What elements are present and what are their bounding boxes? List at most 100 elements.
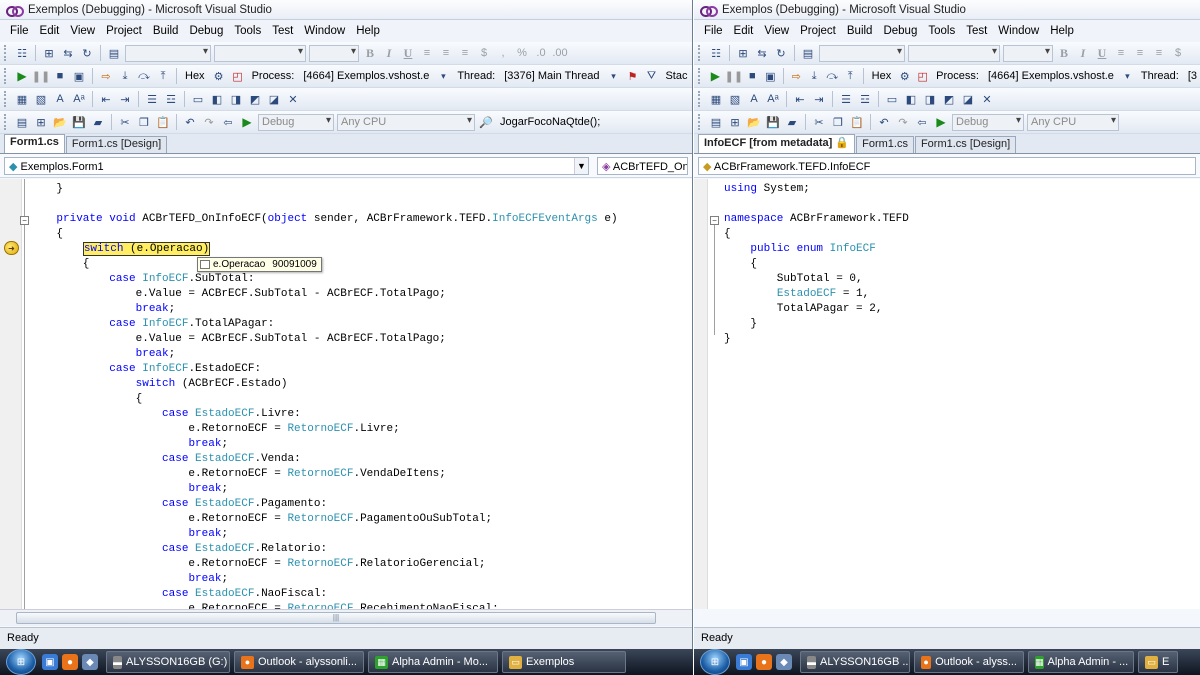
solution-platform-combo[interactable]: Any CPU — [337, 113, 475, 131]
copy-icon[interactable]: ❐ — [830, 114, 846, 130]
restart-icon[interactable]: ▣ — [71, 68, 87, 84]
currency-icon[interactable]: $ — [476, 45, 492, 61]
code-line[interactable]: { — [30, 227, 618, 242]
uncomment-icon[interactable]: ☲ — [163, 91, 179, 107]
undo-icon[interactable]: ↶ — [182, 114, 198, 130]
cut-icon[interactable]: ✂ — [117, 114, 133, 130]
code-line[interactable]: { — [30, 392, 618, 407]
navigate-backward-icon[interactable]: ⇦ — [220, 114, 236, 130]
layout-icon[interactable]: ☷ — [14, 45, 30, 61]
start-debugging-icon[interactable]: ▶ — [239, 114, 255, 130]
step-over-icon[interactable]: ⤼ — [825, 68, 840, 84]
windows-icon[interactable]: ◰ — [915, 68, 930, 84]
types-combo[interactable]: ◆ ACBrFramework.TEFD.InfoECF — [698, 156, 1196, 175]
start-debugging-icon[interactable]: ▶ — [933, 114, 949, 130]
comment-icon[interactable]: ☰ — [144, 91, 160, 107]
code-line[interactable]: case InfoECF.TotalAPagar: — [30, 317, 618, 332]
outdent-icon[interactable]: ⇤ — [792, 91, 808, 107]
save-all-icon[interactable]: ▰ — [784, 114, 800, 130]
code-line[interactable]: e.RetornoECF = RetornoECF.PagamentoOuSub… — [30, 512, 618, 527]
add-item-icon[interactable]: ⊞ — [33, 114, 49, 130]
step-into-icon[interactable]: ⤓ — [807, 68, 822, 84]
start-button[interactable]: ⊞ — [6, 649, 36, 675]
bookmark-clear-icon[interactable]: ✕ — [285, 91, 301, 107]
font-combo[interactable] — [908, 44, 1000, 62]
menu-tools[interactable]: Tools — [924, 25, 962, 37]
align-center-icon[interactable]: ≡ — [1132, 45, 1148, 61]
menu-build[interactable]: Build — [843, 25, 880, 37]
size-combo[interactable] — [1003, 44, 1053, 62]
show-next-statement-icon[interactable]: ⇨ — [789, 68, 804, 84]
open-file-icon[interactable]: 📂 — [746, 114, 762, 130]
code-line[interactable]: break; — [30, 347, 618, 362]
parameter-info-icon[interactable]: ▧ — [727, 91, 743, 107]
restart-icon[interactable]: ▣ — [763, 68, 778, 84]
show-next-statement-icon[interactable]: ⇨ — [98, 68, 114, 84]
step-into-icon[interactable]: ⤓ — [117, 68, 133, 84]
toolbar-grip[interactable] — [4, 45, 8, 61]
percent-icon[interactable]: % — [514, 45, 530, 61]
menu-help[interactable]: Help — [352, 25, 387, 37]
step-out-icon[interactable]: ⤒ — [843, 68, 858, 84]
layout-icon[interactable]: ☷ — [708, 45, 724, 61]
menu-view[interactable]: View — [66, 25, 102, 37]
spacing-icon[interactable]: ⇆ — [60, 45, 76, 61]
menu-project[interactable]: Project — [796, 25, 843, 37]
taskbar-item-alpha-admin[interactable]: ▦ Alpha Admin - ... — [1028, 651, 1134, 673]
bookmark-folder-next-icon[interactable]: ◪ — [266, 91, 282, 107]
chevron-down-icon[interactable]: ▾ — [605, 68, 621, 84]
comma-icon[interactable]: , — [495, 45, 511, 61]
members-combo[interactable]: ◈ ACBrTEFD_OnIr — [596, 156, 688, 175]
menu-debug[interactable]: Debug — [185, 25, 230, 37]
find-combo[interactable]: JogarFocoNaQtde(); — [497, 116, 603, 128]
flag-icon[interactable]: ⚑ — [624, 68, 640, 84]
code-line[interactable]: break; — [30, 437, 618, 452]
code-line[interactable]: break; — [30, 572, 618, 587]
code-line[interactable]: e.RetornoECF = RetornoECF.RecebimentoNao… — [30, 602, 618, 609]
bookmark-toggle-icon[interactable]: ▭ — [884, 91, 900, 107]
navigate-backward-icon[interactable]: ⇦ — [914, 114, 930, 130]
code-line[interactable]: private void ACBrTEFD_OnInfoECF(object s… — [30, 212, 617, 227]
refresh-icon[interactable]: ↻ — [79, 45, 95, 61]
code-line[interactable]: break; — [30, 482, 618, 497]
code-line[interactable]: case InfoECF.SubTotal: — [30, 272, 618, 287]
datatip-pin-icon[interactable] — [200, 260, 210, 269]
code-text[interactable]: } private void ACBrTEFD_OnInfoECF(object… — [30, 182, 618, 609]
thread-select[interactable]: [3376] Main Thread — [501, 70, 602, 82]
tab-form1-cs[interactable]: Form1.cs — [856, 136, 914, 153]
step-out-icon[interactable]: ⤒ — [155, 68, 171, 84]
firefox-icon[interactable]: ● — [62, 654, 78, 670]
process-select[interactable]: [4664] Exemplos.vshost.e — [985, 70, 1117, 82]
code-line[interactable]: e.Value = ACBrECF.SubTotal - ACBrECF.Tot… — [30, 287, 618, 302]
menu-test[interactable]: Test — [962, 25, 994, 37]
taskbar-item-exemplos[interactable]: ▭ E — [1138, 651, 1178, 673]
italic-icon[interactable]: I — [381, 45, 397, 61]
process-select[interactable]: [4664] Exemplos.vshost.e — [300, 70, 432, 82]
bookmark-prev-icon[interactable]: ◧ — [209, 91, 225, 107]
stop-debugging-icon[interactable]: ■ — [52, 68, 68, 84]
bookmark-folder-next-icon[interactable]: ◪ — [960, 91, 976, 107]
step-over-icon[interactable]: ⤼ — [136, 68, 152, 84]
bookmark-folder-prev-icon[interactable]: ◩ — [941, 91, 957, 107]
menu-window[interactable]: Window — [994, 25, 1046, 37]
refresh-icon[interactable]: ↻ — [773, 45, 789, 61]
solution-configuration-combo[interactable]: Debug — [258, 113, 334, 131]
taskbar-item-alpha-admin[interactable]: ▦ Alpha Admin - Mo... — [368, 651, 498, 673]
align-right-icon[interactable]: ≡ — [1151, 45, 1167, 61]
code-line[interactable]: case EstadoECF.Livre: — [30, 407, 618, 422]
bookmark-next-icon[interactable]: ◨ — [922, 91, 938, 107]
scrollbar-thumb[interactable]: ||| — [16, 612, 656, 624]
decimal-icon[interactable]: .0 — [533, 45, 549, 61]
code-line[interactable]: e.RetornoECF = RetornoECF.VendaDeItens; — [30, 467, 618, 482]
continue-icon[interactable]: ▶ — [708, 68, 723, 84]
code-line[interactable]: SubTotal = 0, — [724, 272, 909, 287]
menu-file[interactable]: File — [700, 25, 730, 37]
code-line[interactable]: using System; — [724, 182, 909, 197]
code-line[interactable]: case EstadoECF.Pagamento: — [30, 497, 618, 512]
menu-window[interactable]: Window — [300, 25, 352, 37]
menu-file[interactable]: File — [6, 25, 36, 37]
types-combo[interactable]: ◆ Exemplos.Form1 ▼ — [4, 156, 589, 175]
font-combo[interactable] — [214, 44, 306, 62]
tab-form1-design[interactable]: Form1.cs [Design] — [65, 136, 168, 153]
align-icon[interactable]: ⊞ — [41, 45, 57, 61]
